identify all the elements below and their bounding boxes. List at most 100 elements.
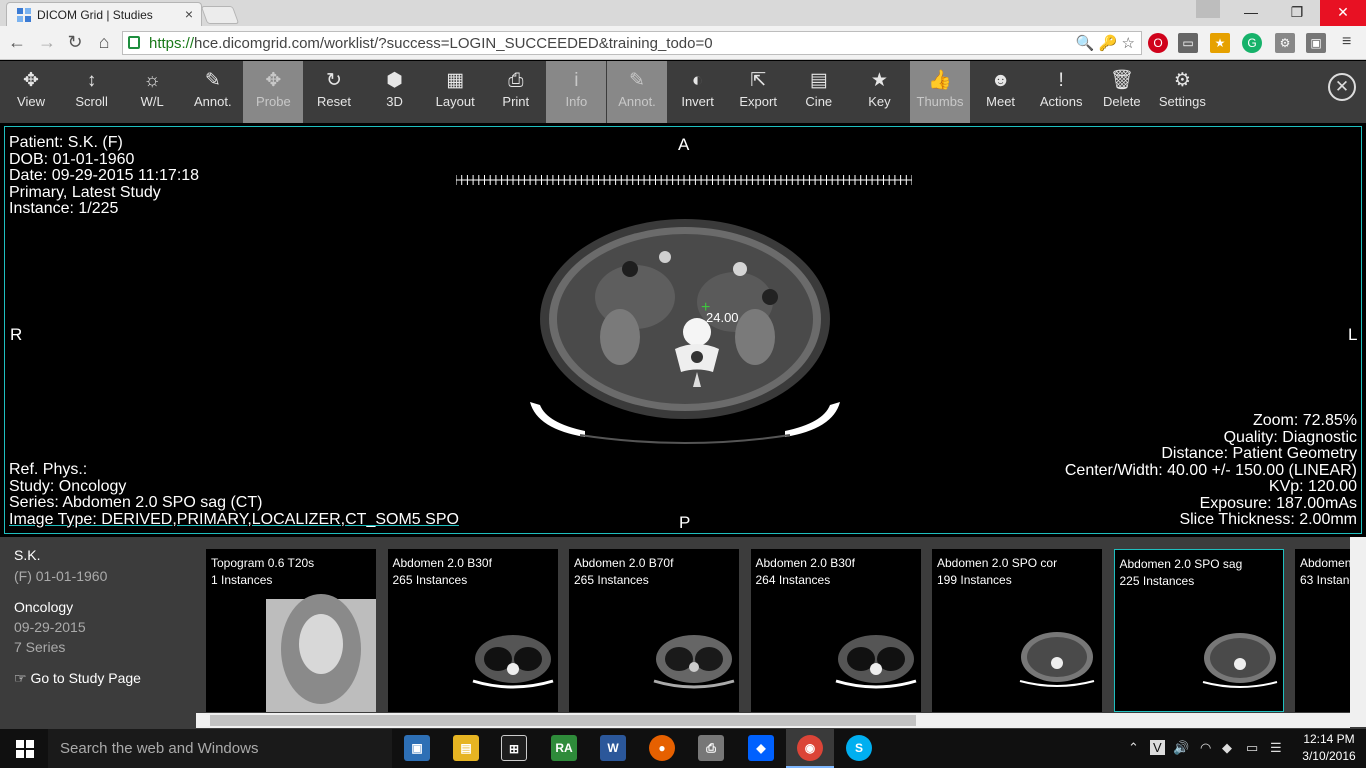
taskbar-search[interactable]: Search the web and Windows [48,729,392,768]
tool-scroll-button[interactable]: ↕ Scroll [62,61,122,123]
series-thumbnail[interactable]: Topogram 0.6 T20s 1 Instances [206,549,376,712]
dropbox-icon[interactable]: ◆ [748,735,774,761]
tool-cine-button[interactable]: ▤ Cine [789,61,849,123]
patient-name-text: Patient: S.K. (F) [9,134,123,151]
tray-v-icon[interactable]: V [1150,740,1165,755]
scroll-icon: ↕ [86,70,97,91]
user-profile-icon[interactable] [1196,0,1220,18]
firefox-icon[interactable]: ● [649,735,675,761]
grammarly-extension-icon[interactable]: G [1242,33,1262,53]
series-instance-count: 225 Instances [1119,574,1195,588]
horizontal-scrollbar[interactable] [196,713,1350,728]
series-thumbnail[interactable]: Abdomen 2.0 B70f 265 Instances [569,549,739,712]
series-thumbnail[interactable]: Abdomen 2.0 SPO cor 199 Instances [932,549,1102,712]
opera-extension-icon[interactable]: O [1148,33,1168,53]
image-viewport[interactable]: Patient: S.K. (F) DOB: 01-01-1960 Date: … [4,126,1362,534]
maximize-button[interactable]: ❐ [1274,0,1320,26]
layout-icon: ▦ [446,70,465,91]
probe-icon: ✥ [265,70,282,91]
browser-tab[interactable]: DICOM Grid | Studies × [6,2,202,26]
browser-menu-icon[interactable]: ≡ [1342,33,1351,51]
tool-w-l-button[interactable]: ☼ W/L [122,61,182,123]
tool-meet-button[interactable]: ☻ Meet [971,61,1031,123]
tool-label: 3D [386,94,403,109]
wifi-icon[interactable]: ◠ [1200,740,1211,756]
minimize-button[interactable]: — [1228,0,1274,26]
scrollbar-thumb[interactable] [210,715,916,726]
volume-icon[interactable]: 🔊 [1173,740,1189,756]
system-clock[interactable]: 12:14 PM 3/10/2016 [1294,731,1364,765]
skype-icon[interactable]: S [846,735,872,761]
tool-info-button[interactable]: i Info [546,61,607,123]
tray-up-icon[interactable]: ⌃ [1128,740,1139,756]
cast-extension-icon[interactable]: ▭ [1178,33,1198,53]
tool-probe-button[interactable]: ✥ Probe [243,61,304,123]
settings-extension-icon[interactable]: ⚙ [1275,33,1295,53]
tool-3d-button[interactable]: ⬢ 3D [365,61,425,123]
battery-icon[interactable]: ▭ [1246,740,1258,756]
pencil-icon: ✎ [629,70,645,91]
dropbox-tray-icon[interactable]: ◆ [1222,740,1232,756]
reset-icon: ↻ [326,70,342,91]
series-thumbnail[interactable]: Abdomen 2.0 B30f 265 Instances [387,549,558,712]
tool-annot-button[interactable]: ✎ Annot. [607,61,667,123]
store-icon[interactable]: ⊞ [501,735,527,761]
tool-view-button[interactable]: ✥ View [1,61,61,123]
trash-icon: 🗑 [1109,70,1134,91]
orientation-top-label: A [678,135,690,154]
go-to-study-label: Go to Study Page [30,670,141,686]
remote-desktop-icon[interactable]: ▣ [404,735,430,761]
close-window-button[interactable]: ✕ [1320,0,1366,26]
extension-icon[interactable]: ▣ [1306,33,1326,53]
tool-print-button[interactable]: ⎙ Print [486,61,546,123]
tool-invert-button[interactable]: ◐ Invert [668,61,728,123]
file-explorer-icon[interactable]: ▤ [453,735,479,761]
tool-export-button[interactable]: ⇱ Export [728,61,788,123]
clock-time: 12:14 PM [1303,732,1355,746]
tool-actions-button[interactable]: ! Actions [1031,61,1091,123]
vertical-scrollbar[interactable] [1350,537,1366,727]
quality-text: Quality: Diagnostic [1223,428,1357,446]
info-icon: i [574,70,579,91]
new-tab-button[interactable] [200,6,240,24]
browser-titlebar: DICOM Grid | Studies × — ❐ ✕ [0,0,1366,26]
forward-button[interactable]: → [36,32,58,53]
back-button[interactable]: ← [6,32,28,53]
orientation-left-label: R [10,325,23,344]
home-button[interactable]: ⌂ [93,32,115,53]
study-status-text: Primary, Latest Study [9,183,161,201]
star-icon: ★ [870,70,888,91]
tab-close-icon[interactable]: × [185,6,193,22]
word-icon[interactable]: W [600,735,626,761]
series-name: Abdomen [1300,556,1350,570]
tool-settings-button[interactable]: ⚙ Settings [1152,61,1212,123]
address-bar[interactable]: https://hce.dicomgrid.com/worklist/?succ… [122,31,1142,55]
lock-icon [128,36,140,49]
series-thumbnail[interactable]: Abdomen 63 Instances [1295,549,1350,712]
viewer-toolbar: ✥ View ↕ Scroll ☼ W/L ✎ Annot. ✥ Probe ↻ Reset ⬢ 3D ▦ L… [0,61,1366,123]
cube-icon: ⬢ [386,70,403,91]
close-viewer-icon[interactable]: ✕ [1328,73,1356,101]
tool-thumbs-button[interactable]: 👍 Thumbs [910,61,970,123]
series-thumbnail-strip: Topogram 0.6 T20s 1 Instances Abdomen 2.0 … [196,537,1350,715]
center-width-text: Center/Width: 40.00 +/- 150.00 (LINEAR) [1064,461,1357,479]
printer-icon: ⎙ [508,70,524,91]
tool-annot-button[interactable]: ✎ Annot. [183,61,243,123]
windows-start-icon[interactable] [16,740,34,758]
scanner-icon[interactable]: ⎙ [698,735,724,761]
tool-delete-button[interactable]: 🗑 Delete [1092,61,1152,123]
tool-reset-button[interactable]: ↻ Reset [304,61,364,123]
extension-icon[interactable]: ★ [1210,33,1230,53]
tool-label: Annot. [194,94,232,109]
series-thumbnail[interactable]: Abdomen 2.0 SPO sag 225 Instances [1113,549,1284,712]
tool-key-button[interactable]: ★ Key [849,61,909,123]
zoom-key-star-icons[interactable]: 🔍 🔑 ☆ [1076,34,1135,52]
tool-layout-button[interactable]: ▦ Layout [425,61,485,123]
reload-button[interactable]: ↻ [64,32,86,53]
notifications-icon[interactable]: ☰ [1270,740,1282,756]
go-to-study-link[interactable]: ☞ Go to Study Page [14,670,141,687]
chrome-icon[interactable]: ◉ [797,735,823,761]
film-icon: ▤ [809,70,828,91]
ra-app-icon[interactable]: RA [551,735,577,761]
series-thumbnail[interactable]: Abdomen 2.0 B30f 264 Instances [750,549,921,712]
